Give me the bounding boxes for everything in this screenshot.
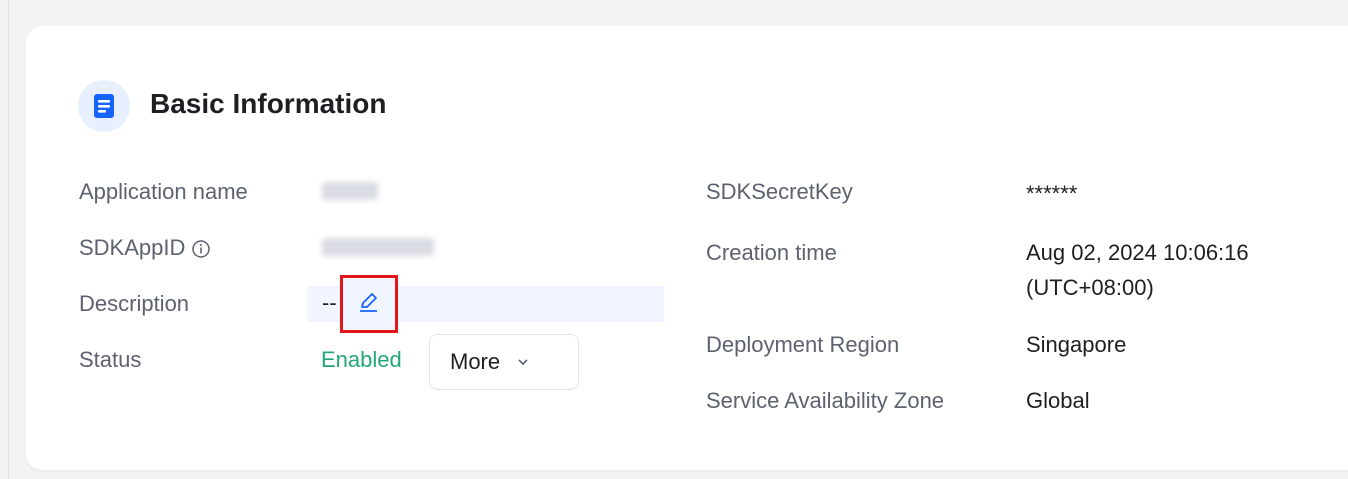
description-value: -- bbox=[322, 290, 337, 315]
service-availability-zone-label: Service Availability Zone bbox=[706, 388, 945, 413]
left-panel-edge bbox=[0, 0, 9, 479]
creation-time-timezone: (UTC+08:00) bbox=[1026, 275, 1154, 300]
status-label: Status bbox=[79, 347, 142, 372]
application-name-value-redacted bbox=[322, 182, 378, 200]
pencil-icon bbox=[357, 290, 381, 319]
sdkappid-label-text: SDKAppID bbox=[79, 235, 186, 260]
sdkappid-label: SDKAppID bbox=[79, 234, 211, 262]
document-icon bbox=[78, 80, 130, 132]
creation-time-value: Aug 02, 2024 10:06:16 bbox=[1026, 240, 1249, 265]
more-dropdown-button[interactable]: More bbox=[429, 334, 579, 390]
sdkappid-value-redacted bbox=[322, 238, 434, 256]
service-availability-zone-value: Global bbox=[1026, 388, 1090, 413]
more-button-label: More bbox=[450, 349, 501, 374]
info-icon[interactable] bbox=[191, 239, 211, 259]
sdk-secret-key-value: ****** bbox=[1026, 181, 1078, 206]
creation-time-label: Creation time bbox=[706, 240, 837, 265]
description-label: Description bbox=[79, 291, 190, 316]
chevron-down-icon bbox=[516, 357, 530, 367]
edit-description-button[interactable] bbox=[340, 275, 398, 333]
deployment-region-value: Singapore bbox=[1026, 332, 1127, 357]
status-value: Enabled bbox=[321, 347, 402, 372]
section-title: Basic Information bbox=[150, 88, 387, 119]
sdk-secret-key-label: SDKSecretKey bbox=[706, 179, 853, 204]
deployment-region-label: Deployment Region bbox=[706, 332, 900, 357]
application-name-label: Application name bbox=[79, 179, 248, 204]
